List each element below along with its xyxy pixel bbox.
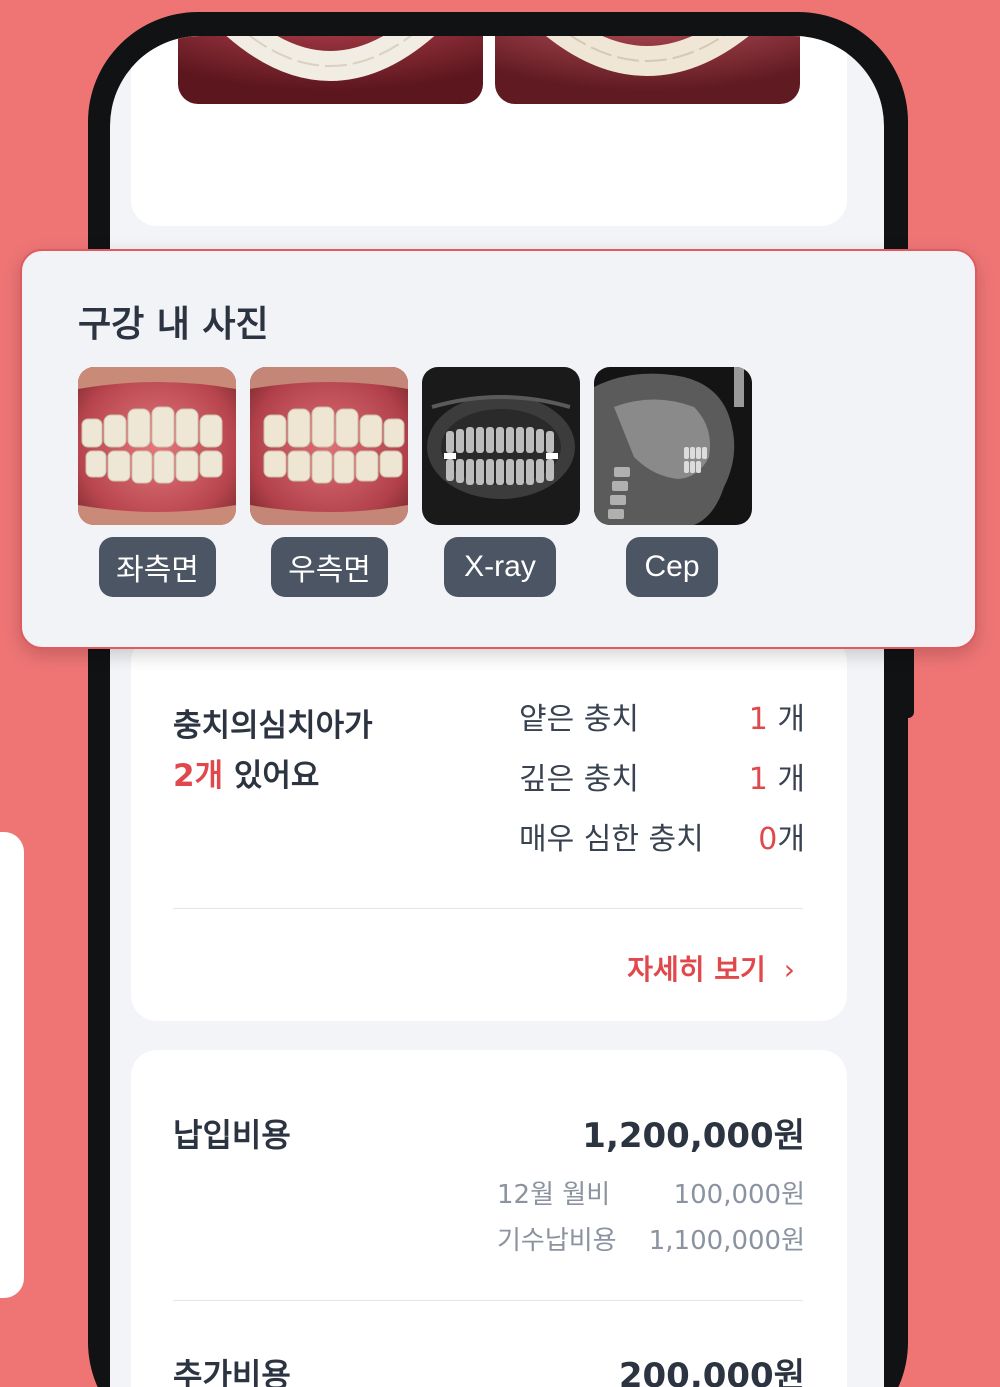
photo-thumb-right-side[interactable] — [250, 367, 408, 525]
panoramic-xray-image — [422, 367, 580, 525]
intraoral-photos-card: 구강 내 사진 좌측면 우측면 X-ray Cep — [20, 249, 977, 649]
caries-row-count-deep: 1 개 — [749, 754, 805, 798]
caries-count-value: 0 — [758, 822, 778, 857]
detail-link[interactable]: 자세히 보기 › — [627, 948, 795, 988]
caries-row-count-shallow: 1 개 — [749, 694, 805, 738]
payment-amount: 1,200,000원 — [582, 1116, 805, 1156]
caries-row-label-shallow: 얕은 충치 — [519, 702, 639, 737]
lower-arch-right-image — [495, 36, 800, 104]
extra-cost-amount: 200,000원 — [618, 1356, 805, 1387]
caries-row-count-severe: 0개 — [758, 814, 805, 858]
payment-divider — [173, 1300, 803, 1301]
photo-label-right[interactable]: 우측면 — [271, 537, 388, 597]
photo-thumb-xray[interactable] — [422, 367, 580, 525]
lower-arch-photo-left[interactable] — [178, 36, 483, 104]
previous-photos-card — [131, 36, 847, 226]
section-title: 구강 내 사진 — [78, 304, 269, 345]
photo-thumb-left-side[interactable] — [78, 367, 236, 525]
caries-count-unit: 개 — [767, 762, 805, 797]
partial-card-left — [0, 832, 24, 1298]
payment-card: 납입비용 1,200,000원 12월 월비 100,000원 기수납비용 1,… — [131, 1050, 847, 1387]
cephalometric-xray-image — [594, 367, 752, 525]
caries-count-highlight: 2개 — [173, 758, 224, 794]
photo-label-xray[interactable]: X-ray — [444, 537, 556, 597]
caries-divider — [173, 908, 803, 909]
lower-arch-left-image — [178, 36, 483, 104]
chevron-right-icon: › — [783, 953, 795, 986]
extra-cost-label: 추가비용 — [173, 1356, 291, 1387]
caries-count-unit: 개 — [777, 822, 805, 857]
photo-label-cep[interactable]: Cep — [626, 537, 718, 597]
photo-label-left[interactable]: 좌측면 — [99, 537, 216, 597]
caries-headline-rest: 있어요 — [223, 758, 320, 794]
caries-headline-line1: 충치의심치아가 — [173, 708, 373, 744]
detail-link-label: 자세히 보기 — [627, 953, 766, 986]
caries-row-label-deep: 깊은 충치 — [519, 762, 639, 797]
caries-row-label-severe: 매우 심한 충치 — [519, 822, 704, 857]
payment-detail-label: 12월 월비 — [497, 1180, 611, 1210]
payment-detail-value: 1,100,000원 — [648, 1226, 805, 1256]
caries-count-unit: 개 — [767, 702, 805, 737]
right-side-teeth-photo — [250, 367, 408, 525]
caries-count-value: 1 — [748, 762, 768, 797]
caries-summary-card: 충치의심치아가 2개 있어요 얕은 충치 1 개 깊은 충치 1 개 매우 심한… — [131, 636, 847, 1021]
payment-label: 납입비용 — [173, 1116, 291, 1154]
payment-detail-label: 기수납비용 — [497, 1226, 617, 1256]
phone-screen: 충치의심치아가 2개 있어요 얕은 충치 1 개 깊은 충치 1 개 매우 심한… — [110, 36, 884, 1387]
photo-thumb-cep[interactable] — [594, 367, 752, 525]
caries-count-value: 1 — [748, 702, 768, 737]
left-side-teeth-photo — [78, 367, 236, 525]
caries-headline-line2: 2개 있어요 — [173, 750, 319, 795]
lower-arch-photo-right[interactable] — [495, 36, 800, 104]
payment-detail-value: 100,000원 — [673, 1180, 805, 1210]
